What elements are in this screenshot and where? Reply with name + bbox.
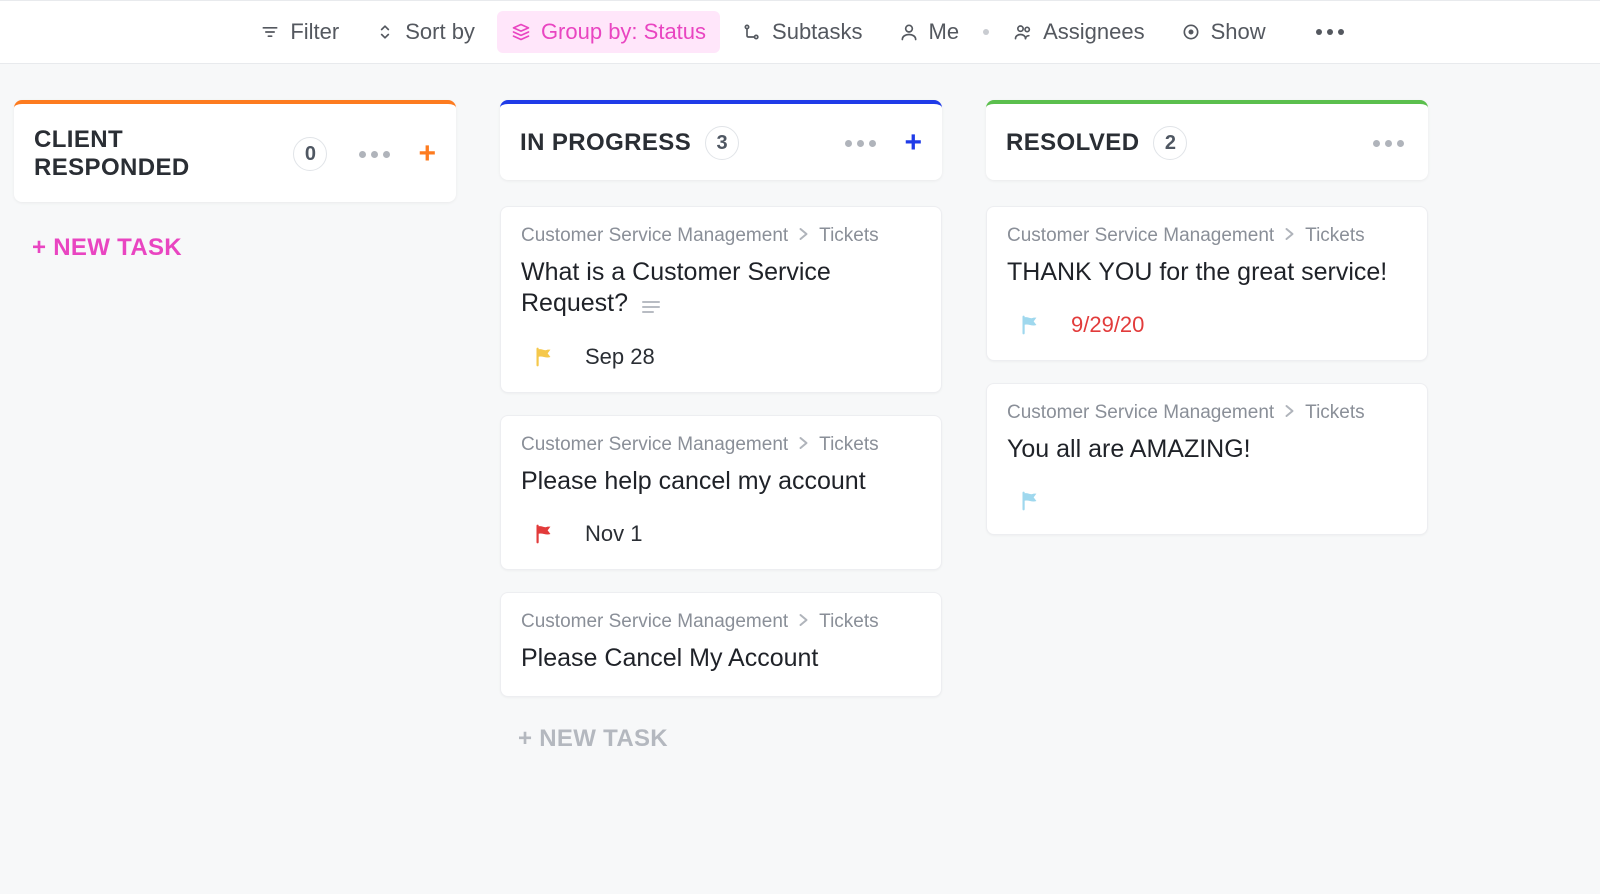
person-icon: [899, 22, 919, 42]
kanban-board: CLIENT RESPONDED 0 + + NEW TASK IN PROGR…: [0, 64, 1600, 795]
breadcrumb-segment: Tickets: [819, 611, 878, 633]
task-card[interactable]: Customer Service Management Tickets You a…: [986, 383, 1428, 534]
breadcrumb-segment: Tickets: [1305, 225, 1364, 247]
card-title: THANK YOU for the great service!: [1007, 258, 1387, 286]
due-date[interactable]: 9/29/20: [1071, 312, 1144, 338]
priority-flag-icon[interactable]: [533, 523, 555, 545]
column-header: RESOLVED 2: [986, 100, 1428, 180]
card-breadcrumb: Customer Service Management Tickets: [521, 611, 921, 633]
me-label: Me: [929, 19, 960, 45]
assignees-label: Assignees: [1043, 19, 1145, 45]
card-breadcrumb: Customer Service Management Tickets: [521, 225, 921, 247]
chevron-right-icon: [798, 225, 809, 247]
board-column-resolved: RESOLVED 2 Customer Service Management Ti…: [986, 100, 1428, 535]
groupby-label: Group by: Status: [541, 19, 706, 45]
card-title: What is a Customer Service Request?: [521, 258, 831, 317]
card-meta: Nov 1: [521, 521, 921, 547]
sort-icon: [375, 22, 395, 42]
toolbar-more-button[interactable]: [1306, 21, 1354, 43]
card-meta: Sep 28: [521, 344, 921, 370]
breadcrumb-segment: Customer Service Management: [521, 434, 788, 456]
column-header: IN PROGRESS 3 +: [500, 100, 942, 180]
column-title: IN PROGRESS: [520, 129, 691, 157]
groupby-icon: [511, 22, 531, 42]
chevron-right-icon: [1284, 225, 1295, 247]
board-column-in-progress: IN PROGRESS 3 + Customer Service Managem…: [500, 100, 942, 759]
breadcrumb-segment: Tickets: [819, 434, 878, 456]
column-add-button[interactable]: +: [418, 139, 436, 169]
column-body: Customer Service Management Tickets THANK…: [986, 206, 1428, 535]
filter-label: Filter: [290, 19, 339, 45]
priority-flag-icon[interactable]: [533, 346, 555, 368]
toolbar-separator: [983, 29, 989, 35]
subtasks-icon: [742, 22, 762, 42]
task-card[interactable]: Customer Service Management Tickets What …: [500, 206, 942, 393]
view-toolbar: Filter Sort by Group by: Status Subtasks…: [0, 0, 1600, 64]
new-task-button[interactable]: + NEW TASK: [500, 719, 942, 759]
me-button[interactable]: Me: [885, 11, 974, 53]
due-date[interactable]: Sep 28: [585, 344, 655, 370]
column-count: 0: [293, 137, 327, 171]
show-icon: [1181, 22, 1201, 42]
breadcrumb-segment: Customer Service Management: [1007, 402, 1274, 424]
card-breadcrumb: Customer Service Management Tickets: [521, 434, 921, 456]
description-icon: [642, 300, 660, 314]
chevron-right-icon: [798, 434, 809, 456]
subtasks-button[interactable]: Subtasks: [728, 11, 877, 53]
column-header: CLIENT RESPONDED 0 +: [14, 100, 456, 202]
breadcrumb-segment: Customer Service Management: [521, 611, 788, 633]
board-column-client-responded: CLIENT RESPONDED 0 + + NEW TASK: [14, 100, 456, 268]
breadcrumb-segment: Customer Service Management: [1007, 225, 1274, 247]
priority-flag-icon[interactable]: [1019, 314, 1041, 336]
show-button[interactable]: Show: [1167, 11, 1280, 53]
due-date[interactable]: Nov 1: [585, 521, 642, 547]
column-title: RESOLVED: [1006, 129, 1139, 157]
task-card[interactable]: Customer Service Management Tickets THANK…: [986, 206, 1428, 361]
priority-flag-icon[interactable]: [1019, 490, 1041, 512]
filter-button[interactable]: Filter: [246, 11, 353, 53]
column-body: + NEW TASK: [14, 228, 456, 268]
column-title: CLIENT RESPONDED: [34, 126, 279, 182]
chevron-right-icon: [1284, 402, 1295, 424]
subtasks-label: Subtasks: [772, 19, 863, 45]
column-menu-button[interactable]: [841, 136, 880, 151]
filter-icon: [260, 22, 280, 42]
column-count: 2: [1153, 126, 1187, 160]
people-icon: [1013, 22, 1033, 42]
column-count: 3: [705, 126, 739, 160]
new-task-button[interactable]: + NEW TASK: [14, 228, 456, 268]
task-card[interactable]: Customer Service Management Tickets Pleas…: [500, 592, 942, 697]
breadcrumb-segment: Tickets: [819, 225, 878, 247]
card-meta: 9/29/20: [1007, 312, 1407, 338]
show-label: Show: [1211, 19, 1266, 45]
task-card[interactable]: Customer Service Management Tickets Pleas…: [500, 415, 942, 570]
card-meta: [1007, 490, 1407, 512]
groupby-button[interactable]: Group by: Status: [497, 11, 720, 53]
breadcrumb-segment: Tickets: [1305, 402, 1364, 424]
column-menu-button[interactable]: [355, 147, 394, 162]
assignees-button[interactable]: Assignees: [999, 11, 1159, 53]
sort-label: Sort by: [405, 19, 475, 45]
sort-button[interactable]: Sort by: [361, 11, 489, 53]
breadcrumb-segment: Customer Service Management: [521, 225, 788, 247]
card-title: Please Cancel My Account: [521, 644, 818, 672]
column-body: Customer Service Management Tickets What …: [500, 206, 942, 759]
card-title: Please help cancel my account: [521, 467, 866, 495]
card-breadcrumb: Customer Service Management Tickets: [1007, 402, 1407, 424]
card-breadcrumb: Customer Service Management Tickets: [1007, 225, 1407, 247]
chevron-right-icon: [798, 611, 809, 633]
column-menu-button[interactable]: [1369, 136, 1408, 151]
column-add-button[interactable]: +: [904, 128, 922, 158]
card-title: You all are AMAZING!: [1007, 435, 1251, 463]
